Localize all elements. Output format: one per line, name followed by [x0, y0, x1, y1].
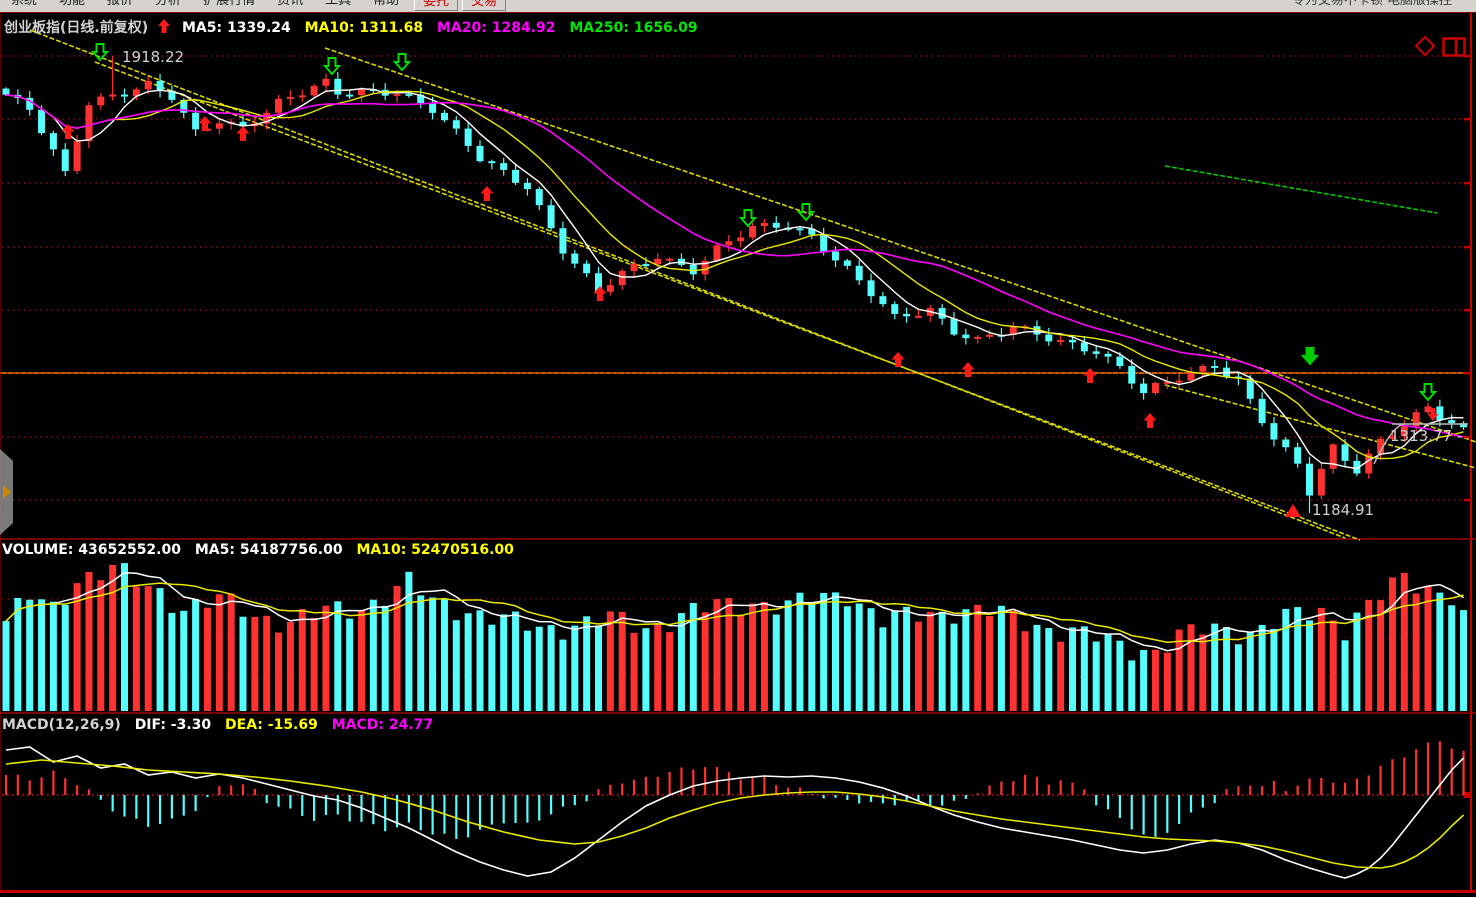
volume-ma5-value-label: MA5: 54187756.00: [195, 542, 343, 558]
symbol-period-label: 创业板指(日线.前复权): [4, 20, 148, 36]
sidebar-expand-handle[interactable]: [0, 449, 13, 535]
chart-canvas: 1918.22 1184.91 1313.77 -: [0, 0, 1476, 893]
volume-pane-header: VOLUME: 43652552.00 MA5: 54187756.00 MA1…: [2, 542, 523, 558]
volume-value-label: VOLUME: 43652552.00: [2, 542, 181, 558]
macd-value-label: MACD: 24.77: [332, 717, 433, 733]
price-pane-header: 创业板指(日线.前复权) MA5: 1339.24 MA10: 1311.68 …: [4, 17, 707, 37]
ma5-value-label: MA5: 1339.24: [182, 20, 291, 36]
macd-pane-header: MACD(12,26,9) DIF: -3.30 DEA: -15.69 MAC…: [2, 717, 442, 733]
diamond-tool-icon[interactable]: [1414, 35, 1436, 57]
ma10-value-label: MA10: 1311.68: [305, 20, 424, 36]
split-window-icon[interactable]: [1442, 37, 1466, 57]
ma250-value-label: MA250: 1656.09: [569, 20, 697, 36]
svg-text:1918.22: 1918.22: [122, 48, 184, 66]
dea-value-label: DEA: -15.69: [225, 717, 318, 733]
macd-params-label: MACD(12,26,9): [2, 717, 121, 733]
dif-value-label: DIF: -3.30: [135, 717, 211, 733]
up-arrow-icon: [157, 19, 171, 34]
ma20-value-label: MA20: 1284.92: [437, 20, 556, 36]
volume-ma10-value-label: MA10: 52470516.00: [356, 542, 513, 558]
expand-arrow-icon: [3, 485, 11, 499]
svg-text:1313.77 -: 1313.77 -: [1390, 427, 1462, 445]
svg-text:1184.91: 1184.91: [1312, 501, 1374, 519]
